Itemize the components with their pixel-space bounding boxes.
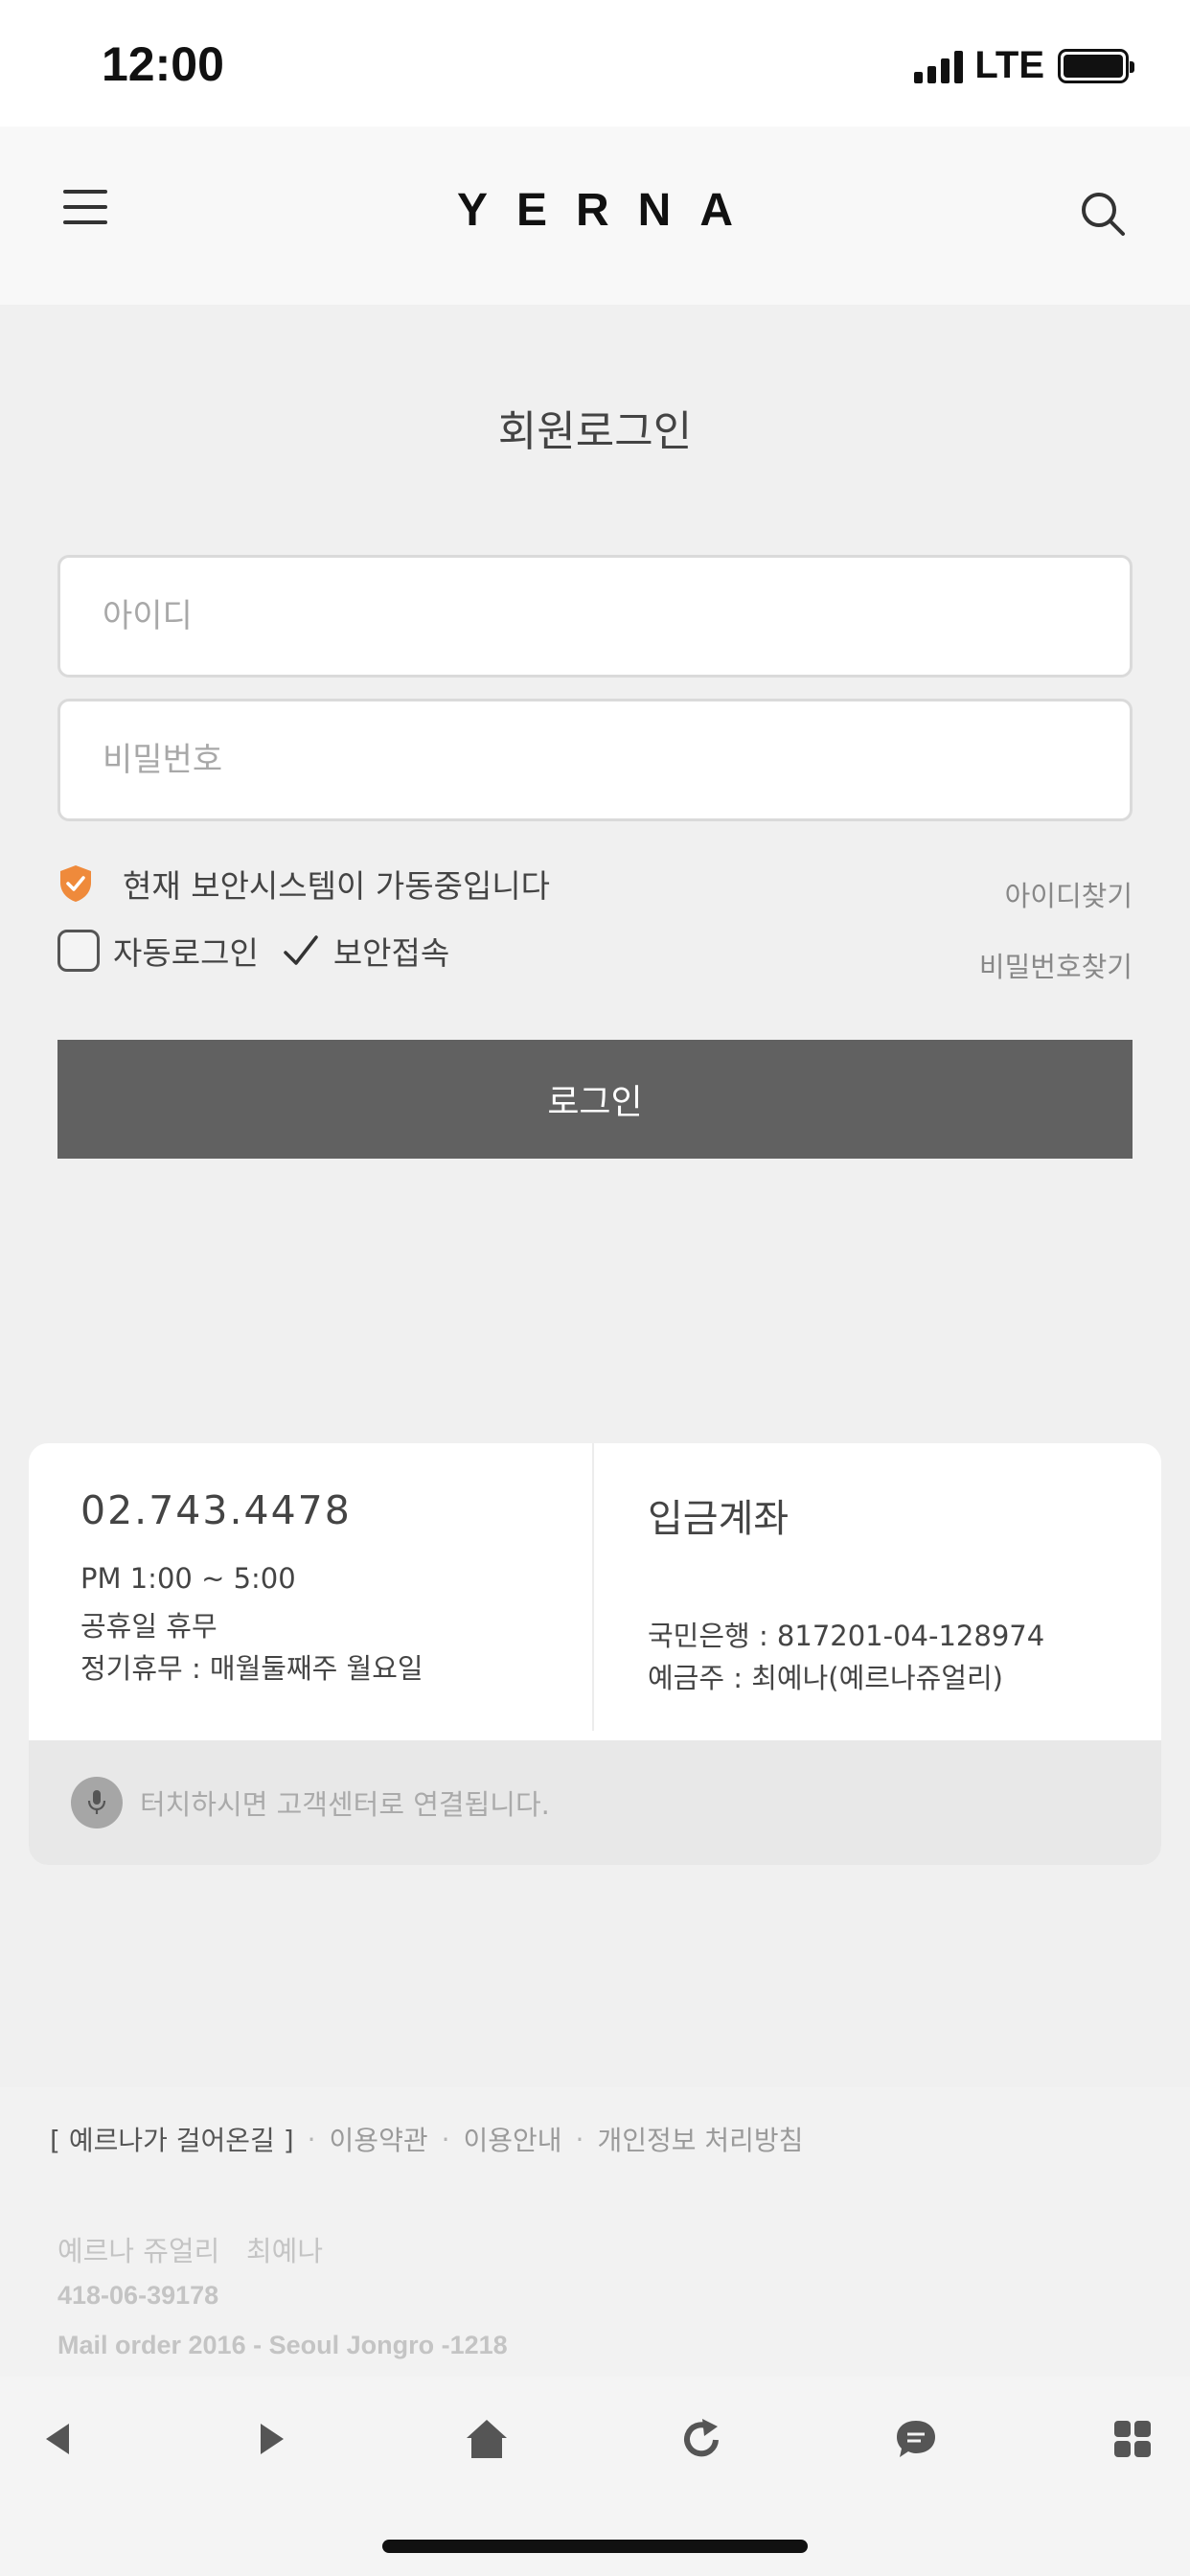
site-header: YERNA <box>0 126 1190 305</box>
footer-link-terms[interactable]: 이용약관 <box>330 2120 428 2158</box>
call-center-hint: 터치하시면 고객센터로 연결됩니다. <box>140 1788 550 1821</box>
find-password-link[interactable]: 비밀번호찾기 <box>979 945 1133 985</box>
cs-divider <box>592 1443 594 1731</box>
apps-grid-icon[interactable] <box>1094 2396 1171 2482</box>
footer-business-number: 418-06-39178 <box>57 2281 219 2310</box>
secure-access-check-icon[interactable] <box>282 932 320 970</box>
password-input[interactable] <box>57 699 1133 821</box>
chat-icon[interactable] <box>878 2396 954 2482</box>
shield-icon <box>60 865 91 902</box>
customer-service-card[interactable]: 02.743.4478 PM 1:00 ~ 5:00 공휴일 휴무 정기휴무 :… <box>29 1443 1161 1865</box>
cs-hours: PM 1:00 ~ 5:00 <box>80 1562 296 1595</box>
site-logo[interactable]: YERNA <box>0 184 1190 237</box>
refresh-icon[interactable] <box>663 2396 740 2482</box>
login-options: 자동로그인 보안접속 <box>57 928 449 974</box>
login-section: 회원로그인 현재 보안시스템이 가동중입니다 아이디찾기 자동로그인 보안접속 … <box>0 305 1190 2087</box>
security-text: 현재 보안시스템이 가동중입니다 <box>123 867 551 905</box>
security-notice: 현재 보안시스템이 가동중입니다 <box>57 861 550 907</box>
auto-login-label[interactable]: 자동로그인 <box>113 928 259 974</box>
footer-link-guide[interactable]: 이용안내 <box>464 2120 562 2158</box>
cs-regular-closure: 정기휴무 : 매월둘째주 월요일 <box>80 1652 423 1685</box>
footer-company: 예르나 쥬얼리 최예나 <box>57 2235 323 2267</box>
secure-access-label[interactable]: 보안접속 <box>333 928 449 974</box>
login-button[interactable]: 로그인 <box>57 1040 1133 1159</box>
home-indicator[interactable] <box>382 2540 808 2553</box>
footer-link-privacy[interactable]: 개인정보 처리방침 <box>597 2120 803 2158</box>
auto-login-checkbox[interactable] <box>57 930 100 972</box>
forward-icon[interactable] <box>234 2396 310 2482</box>
status-time: 12:00 <box>102 37 224 91</box>
status-bar: 12:00 LTE <box>0 0 1190 126</box>
cs-phone-number[interactable]: 02.743.4478 <box>80 1487 352 1533</box>
page-title: 회원로그인 <box>497 407 693 456</box>
signal-icon <box>914 49 964 83</box>
microphone-icon <box>71 1777 123 1828</box>
footer-mail-order: Mail order 2016 - Seoul Jongro -1218 <box>57 2331 508 2359</box>
find-id-link[interactable]: 아이디찾기 <box>1005 874 1133 914</box>
network-label: LTE <box>974 44 1044 86</box>
home-icon[interactable] <box>448 2396 525 2482</box>
account-title: 입금계좌 <box>648 1497 790 1541</box>
footer-link-history[interactable]: [ 예르나가 걸어온길 ] <box>50 2120 294 2158</box>
bank-account: 국민은행 : 817201-04-128974 <box>648 1620 1045 1652</box>
footer-links: [ 예르나가 걸어온길 ] · 이용약관 · 이용안내 · 개인정보 처리방침 <box>50 2120 803 2158</box>
site-footer: [ 예르나가 걸어온길 ] · 이용약관 · 이용안내 · 개인정보 처리방침 … <box>0 2087 1190 2377</box>
id-input[interactable] <box>57 555 1133 678</box>
call-center-bar[interactable]: 터치하시면 고객센터로 연결됩니다. <box>29 1740 1161 1865</box>
search-icon[interactable] <box>1079 190 1127 238</box>
account-holder: 예금주 : 최예나(예르나쥬얼리) <box>648 1662 1003 1694</box>
browser-toolbar <box>0 2377 1190 2576</box>
back-icon[interactable] <box>19 2396 96 2482</box>
battery-icon <box>1058 48 1134 83</box>
status-indicators: LTE <box>914 44 1134 87</box>
cs-holiday: 공휴일 휴무 <box>80 1610 217 1643</box>
